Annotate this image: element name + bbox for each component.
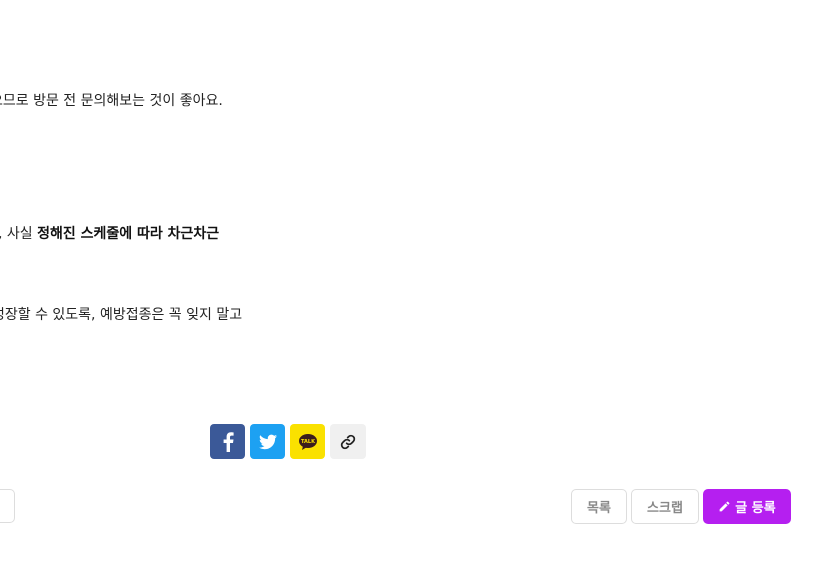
article-text-line: 성장할 수 있도록, 예방접종은 꼭 잊지 말고 xyxy=(0,305,242,325)
copy-link-button[interactable] xyxy=(330,424,366,459)
article-text-line: , 사실 정해진 스케줄에 따라 차근차근 xyxy=(0,224,219,244)
article-text: , 사실 xyxy=(0,226,38,242)
article-text: 으므로 방문 전 문의해보는 것이 좋아요. xyxy=(0,93,223,109)
twitter-icon xyxy=(258,434,277,449)
share-twitter-button[interactable] xyxy=(250,424,285,459)
list-button[interactable]: 목록 xyxy=(571,489,627,524)
share-kakaotalk-button[interactable]: TALK xyxy=(290,424,325,459)
article-text-line: 으므로 방문 전 문의해보는 것이 좋아요. xyxy=(0,91,223,111)
kakaotalk-label: TALK xyxy=(301,439,316,445)
write-post-button[interactable]: 글 등록 xyxy=(703,489,791,524)
kakaotalk-icon: TALK xyxy=(298,433,317,450)
facebook-icon xyxy=(223,431,234,452)
article-text: 성장할 수 있도록, 예방접종은 꼭 잊지 말고 xyxy=(0,307,243,323)
share-facebook-button[interactable] xyxy=(210,424,245,459)
prev-button[interactable] xyxy=(0,489,15,523)
pencil-icon xyxy=(719,501,730,512)
share-bar: TALK xyxy=(210,424,366,459)
article-bold-text: 정해진 스케줄에 따라 차근차근 xyxy=(37,226,220,242)
scrap-button[interactable]: 스크랩 xyxy=(631,489,699,524)
write-post-label: 글 등록 xyxy=(735,501,776,516)
article-page: 으므로 방문 전 문의해보는 것이 좋아요. , 사실 정해진 스케줄에 따라 … xyxy=(0,0,818,574)
link-icon xyxy=(340,434,356,449)
post-action-bar: 목록 스크랩 글 등록 xyxy=(571,489,791,524)
